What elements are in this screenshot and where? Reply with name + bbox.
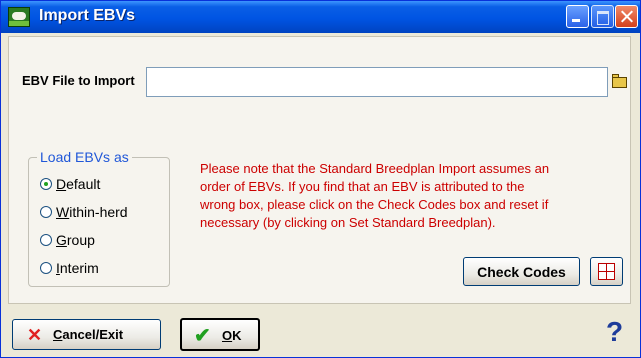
minimize-button[interactable] [566, 5, 589, 28]
help-question-icon: ? [606, 316, 624, 347]
radio-unchecked-icon[interactable] [40, 234, 52, 246]
close-button[interactable] [615, 5, 638, 28]
window-title: Import EBVs [39, 7, 136, 24]
grass-shape [9, 21, 29, 26]
cancel-exit-label: Cancel/Exit [53, 327, 124, 342]
check-codes-button[interactable]: Check Codes [463, 257, 580, 286]
sheep-app-icon [8, 7, 30, 27]
radio-group-label: Group [56, 232, 95, 248]
grid-table-icon [598, 263, 615, 280]
cancel-exit-button[interactable]: ✕ Cancel/Exit [12, 319, 161, 350]
check-codes-icon-button[interactable] [590, 257, 623, 286]
radio-within-herd-label: Within-herd [56, 204, 128, 220]
ebv-file-label: EBV File to Import [22, 73, 135, 88]
note-line: order of EBVs. If you find that an EBV i… [200, 179, 525, 194]
radio-unchecked-icon[interactable] [40, 206, 52, 218]
sheep-shape [12, 12, 26, 20]
red-x-icon: ✕ [27, 325, 43, 345]
ebv-file-input[interactable] [146, 67, 608, 97]
radio-checked-icon[interactable] [40, 178, 52, 190]
note-line: Please note that the Standard Breedplan … [200, 161, 550, 176]
checkmark-icon: ✔ [194, 325, 211, 347]
folder-open-icon-body [612, 77, 627, 88]
note-line: wrong box, please click on the Check Cod… [200, 197, 549, 212]
radio-default-label: Default [56, 176, 101, 192]
load-ebvs-legend: Load EBVs as [37, 149, 132, 165]
radio-interim-label: Interim [56, 260, 99, 276]
browse-folder-button[interactable] [609, 68, 631, 95]
title-bar[interactable]: Import EBVs [1, 1, 640, 33]
maximize-button[interactable] [591, 5, 614, 28]
radio-unchecked-icon[interactable] [40, 262, 52, 274]
import-note: Please note that the Standard Breedplan … [200, 160, 632, 232]
note-line: necessary (by clicking on Set Standard B… [200, 215, 496, 230]
help-button[interactable]: ? [600, 316, 630, 350]
ok-label: OK [222, 328, 242, 343]
ok-button[interactable]: ✔ OK [180, 318, 260, 351]
